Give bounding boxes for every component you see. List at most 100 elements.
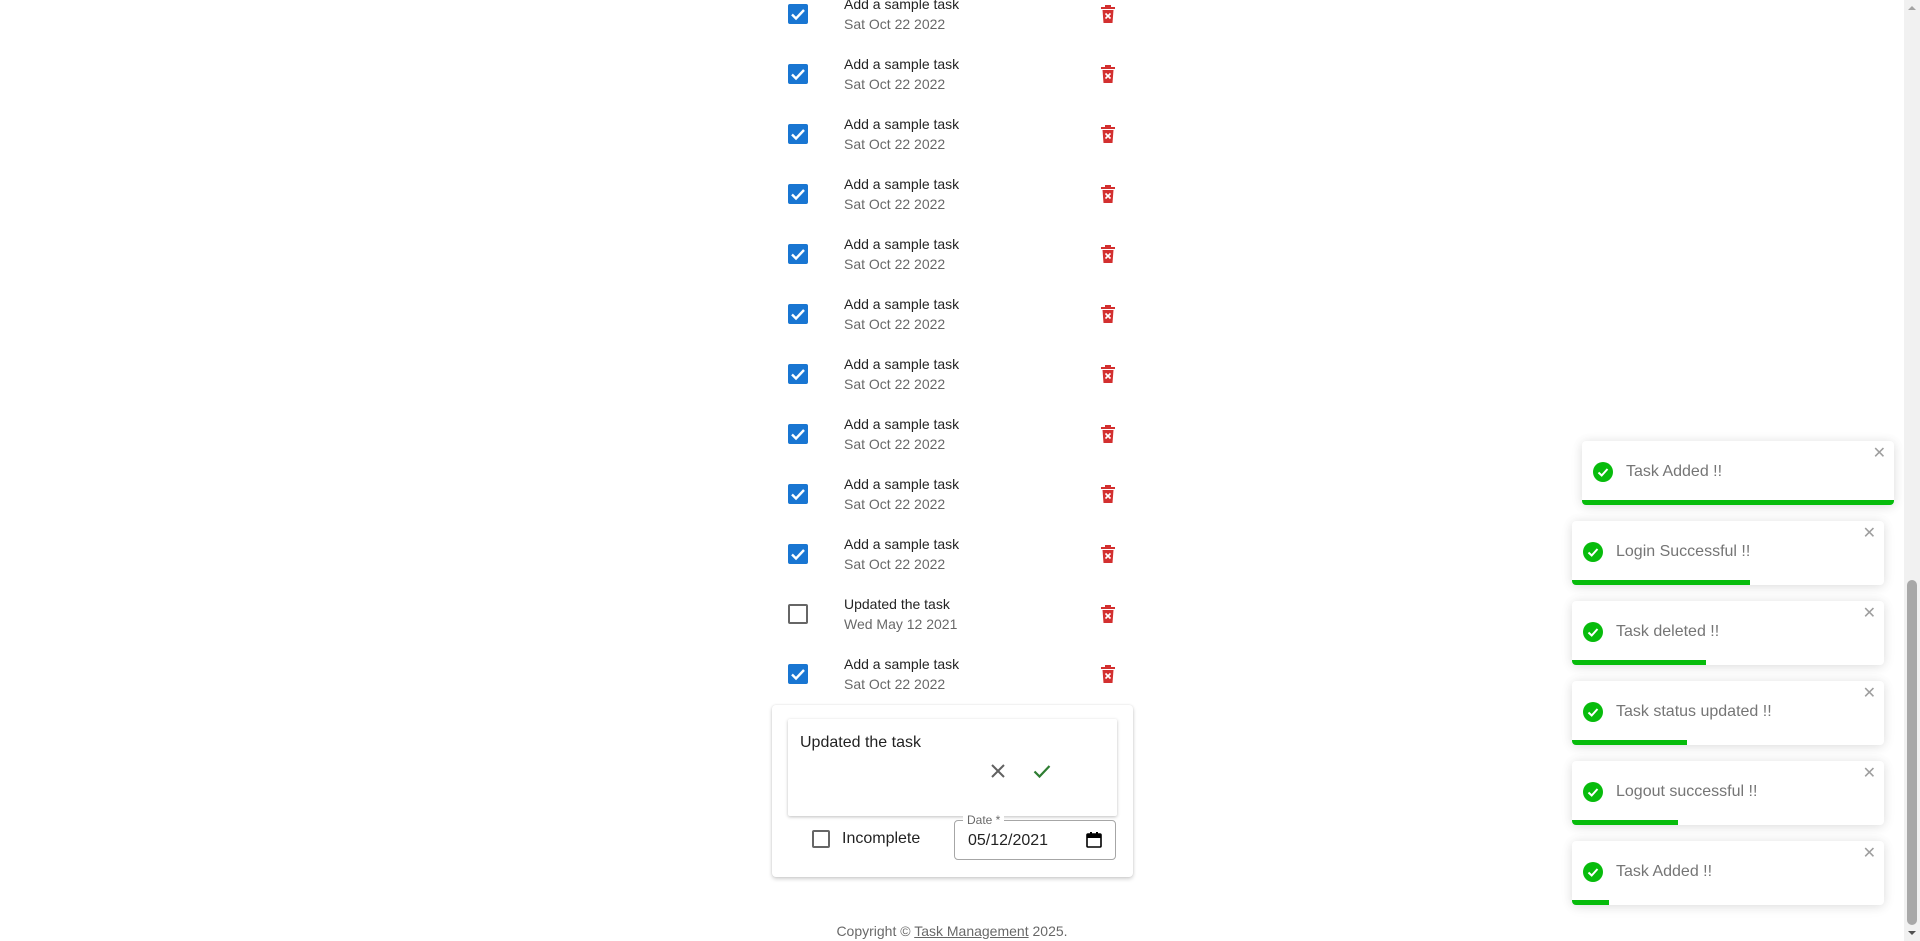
toast-close-button[interactable]: ✕ [1863,766,1876,782]
task-complete-checkbox[interactable] [788,64,808,84]
check-circle-icon [1583,782,1603,802]
toast-notification[interactable]: Login Successful !! ✕ [1572,521,1884,585]
delete-forever-icon [1101,425,1115,443]
toast-close-button[interactable]: ✕ [1873,446,1886,462]
task-text: Add a sample task Sat Oct 22 2022 [844,114,959,154]
edit-task-input[interactable] [800,733,1020,753]
task-row: Add a sample task Sat Oct 22 2022 [772,464,1138,524]
toast-close-button[interactable]: ✕ [1863,526,1876,542]
incomplete-checkbox[interactable] [812,830,830,848]
delete-task-button[interactable] [1096,482,1120,506]
cancel-edit-button[interactable] [986,759,1010,783]
task-complete-checkbox[interactable] [788,244,808,264]
task-name: Add a sample task [844,236,960,252]
delete-task-button[interactable] [1096,62,1120,86]
toast-progress-bar [1572,740,1688,745]
task-text: Add a sample task Sat Oct 22 2022 [844,414,959,454]
scroll-up-arrow-icon[interactable] [1904,0,1920,16]
task-complete-checkbox[interactable] [788,4,808,24]
toast-message: Task Added !! [1626,463,1723,480]
toast-notification[interactable]: Task deleted !! ✕ [1572,601,1884,665]
task-complete-checkbox[interactable] [788,124,808,144]
task-row: Add a sample task Sat Oct 22 2022 [772,524,1138,584]
checkmark-icon [791,549,805,561]
delete-task-button[interactable] [1096,362,1120,386]
date-field[interactable]: Date * 05/12/2021 [954,813,1116,860]
date-label: Date * [963,813,1005,827]
task-row: Add a sample task Sat Oct 22 2022 [772,224,1138,284]
check-circle-icon [1583,622,1603,642]
delete-forever-icon [1101,65,1115,83]
task-date: Sat Oct 22 2022 [844,16,946,32]
task-text: Add a sample task Sat Oct 22 2022 [844,474,959,514]
save-edit-button[interactable] [1030,759,1054,783]
task-name: Add a sample task [844,0,960,12]
check-circle-icon [1583,542,1603,562]
delete-task-button[interactable] [1096,242,1120,266]
task-date: Sat Oct 22 2022 [844,436,946,452]
check-circle-icon [1583,862,1603,882]
task-date: Sat Oct 22 2022 [844,316,946,332]
task-complete-checkbox[interactable] [788,484,808,504]
delete-task-button[interactable] [1096,182,1120,206]
task-text: Add a sample task Sat Oct 22 2022 [844,294,959,334]
toast-close-button[interactable]: ✕ [1863,606,1876,622]
delete-task-button[interactable] [1096,542,1120,566]
checkmark-icon [791,489,805,501]
task-complete-checkbox[interactable] [788,184,808,204]
checkmark-icon [791,249,805,261]
toast-progress-bar [1582,500,1894,505]
toast-notification[interactable]: Logout successful !! ✕ [1572,761,1884,825]
task-complete-checkbox[interactable] [788,424,808,444]
task-name: Add a sample task [844,476,960,492]
task-date: Sat Oct 22 2022 [844,136,946,152]
checkmark-icon [791,369,805,381]
task-complete-checkbox[interactable] [788,364,808,384]
task-row: Add a sample task Sat Oct 22 2022 [772,644,1138,704]
delete-forever-icon [1101,185,1115,203]
task-date: Sat Oct 22 2022 [844,556,946,572]
task-name: Add a sample task [844,536,960,552]
toast-message: Task deleted !! [1616,623,1720,640]
task-text: Add a sample task Sat Oct 22 2022 [844,354,959,394]
task-text: Add a sample task Sat Oct 22 2022 [844,54,959,94]
date-value: 05/12/2021 [968,832,1049,849]
task-date: Sat Oct 22 2022 [844,676,946,692]
toast-progress-bar [1572,900,1610,905]
task-name: Updated the task [844,596,950,612]
task-complete-checkbox[interactable] [788,544,808,564]
task-name: Add a sample task [844,56,960,72]
scrollbar[interactable] [1904,0,1920,941]
delete-forever-icon [1101,125,1115,143]
task-row: Add a sample task Sat Oct 22 2022 [772,164,1138,224]
toast-close-button[interactable]: ✕ [1863,846,1876,862]
task-complete-checkbox[interactable] [788,664,808,684]
scroll-down-arrow-icon[interactable] [1904,925,1920,941]
delete-task-button[interactable] [1096,662,1120,686]
delete-task-button[interactable] [1096,122,1120,146]
toast-close-button[interactable]: ✕ [1863,686,1876,702]
edit-task-card: Incomplete Date * 05/12/2021 [772,705,1133,877]
scrollbar-thumb[interactable] [1907,580,1917,925]
toast-notification[interactable]: Task Added !! ✕ [1582,441,1894,505]
task-complete-checkbox[interactable] [788,304,808,324]
delete-forever-icon [1101,305,1115,323]
checkmark-icon [791,69,805,81]
delete-forever-icon [1101,5,1115,23]
delete-forever-icon [1101,485,1115,503]
delete-task-button[interactable] [1096,422,1120,446]
task-date: Sat Oct 22 2022 [844,376,946,392]
task-name: Add a sample task [844,176,960,192]
toast-notification[interactable]: Task Added !! ✕ [1572,841,1884,905]
task-complete-checkbox[interactable] [788,604,808,624]
delete-task-button[interactable] [1096,2,1120,26]
checkmark-icon [791,309,805,321]
calendar-icon[interactable] [1085,831,1103,849]
delete-task-button[interactable] [1096,602,1120,626]
toast-notification[interactable]: Task status updated !! ✕ [1572,681,1884,745]
footer-link[interactable]: Task Management [914,923,1028,939]
task-text: Add a sample task Sat Oct 22 2022 [844,534,959,574]
edit-task-box [788,719,1117,816]
footer: Copyright © Task Management 2025. [0,922,1904,940]
delete-task-button[interactable] [1096,302,1120,326]
